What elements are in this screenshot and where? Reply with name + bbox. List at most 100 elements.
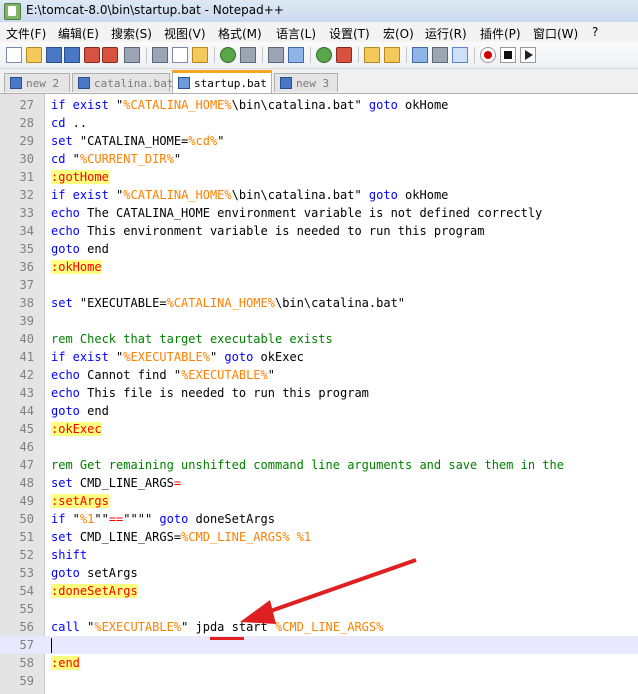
code-line[interactable]: 40 rem Check that target executable exist… [0, 330, 638, 348]
find-icon[interactable] [268, 47, 284, 63]
code-line[interactable]: 52 shift [0, 546, 638, 564]
menu-macro[interactable]: 宏(O) [383, 25, 414, 42]
code-line[interactable]: 50 if "%1""=="""" goto doneSetArgs [0, 510, 638, 528]
code-line[interactable]: 47 rem Get remaining unshifted command li… [0, 456, 638, 474]
close-all-icon[interactable] [102, 47, 118, 63]
code-token: echo [51, 224, 80, 238]
new-file-icon[interactable] [6, 47, 22, 63]
menu-edit[interactable]: 编辑(E) [58, 25, 99, 42]
code-line[interactable]: 32 if exist "%CATALINA_HOME%\bin\catalina… [0, 186, 638, 204]
code-line[interactable]: 34 echo This environment variable is need… [0, 222, 638, 240]
code-text [51, 636, 52, 654]
code-token: echo [51, 206, 80, 220]
code-token: \bin\catalina.bat" [231, 188, 369, 202]
indent-guide-icon[interactable] [452, 47, 468, 63]
code-line[interactable]: 48 set CMD_LINE_ARGS= [0, 474, 638, 492]
menu-run[interactable]: 运行(R) [425, 25, 467, 42]
code-line[interactable]: 41 if exist "%EXECUTABLE%" goto okExec [0, 348, 638, 366]
save-all-icon[interactable] [64, 47, 80, 63]
code-text: set "CATALINA_HOME=%cd%" [51, 132, 224, 150]
line-number: 44 [19, 404, 34, 418]
code-text: shift [51, 546, 87, 564]
stop-macro-icon[interactable] [500, 47, 516, 63]
menu-view[interactable]: 视图(V) [164, 25, 206, 42]
code-line[interactable]: 53 goto setArgs [0, 564, 638, 582]
code-line[interactable]: 56 call "%EXECUTABLE%" jpda start %CMD_LI… [0, 618, 638, 636]
toolbar-separator [262, 47, 263, 63]
menu-file[interactable]: 文件(F) [6, 25, 46, 42]
copy-icon[interactable] [172, 47, 188, 63]
menu-window[interactable]: 窗口(W) [533, 25, 578, 42]
zoom-in-icon[interactable] [316, 47, 332, 63]
play-macro-icon[interactable] [520, 47, 536, 63]
code-token: rem Check that target executable exists [51, 332, 333, 346]
batch-label: :okExec [51, 422, 102, 436]
line-number: 36 [19, 260, 34, 274]
code-token: %CATALINA_HOME% [166, 296, 275, 310]
sync-vertical-icon[interactable] [364, 47, 380, 63]
replace-icon[interactable] [288, 47, 304, 63]
code-line[interactable]: 37 [0, 276, 638, 294]
code-line[interactable]: 58:end [0, 654, 638, 672]
menu-settings[interactable]: 设置(T) [329, 25, 370, 42]
save-icon[interactable] [46, 47, 62, 63]
code-token: %CURRENT_DIR% [79, 152, 174, 166]
line-number: 46 [19, 440, 34, 454]
code-line[interactable]: 44 goto end [0, 402, 638, 420]
code-line[interactable]: 27 if exist "%CATALINA_HOME%\bin\catalina… [0, 96, 638, 114]
close-icon[interactable] [84, 47, 100, 63]
tab-new-3[interactable]: new 3 [274, 73, 338, 92]
menu-help[interactable]: ? [592, 25, 598, 39]
code-token: %CATALINA_HOME% [123, 98, 232, 112]
tab-startup-bat[interactable]: startup.bat [172, 70, 272, 93]
undo-icon[interactable] [220, 47, 236, 63]
code-line[interactable]: 46 [0, 438, 638, 456]
sync-horizontal-icon[interactable] [384, 47, 400, 63]
code-line[interactable]: 28 cd .. [0, 114, 638, 132]
code-text: echo This file is needed to run this pro… [51, 384, 369, 402]
code-line[interactable]: 39 [0, 312, 638, 330]
redo-icon[interactable] [240, 47, 256, 63]
menu-plugins[interactable]: 插件(P) [480, 25, 521, 42]
menu-language[interactable]: 语言(L) [276, 25, 316, 42]
code-line[interactable]: 30 cd "%CURRENT_DIR%" [0, 150, 638, 168]
code-line[interactable]: 29 set "CATALINA_HOME=%cd%" [0, 132, 638, 150]
code-line[interactable]: 55 [0, 600, 638, 618]
cut-icon[interactable] [152, 47, 168, 63]
code-line[interactable]: 49:setArgs [0, 492, 638, 510]
zoom-out-icon[interactable] [336, 47, 352, 63]
code-line[interactable]: 54:doneSetArgs [0, 582, 638, 600]
code-token: %cd% [188, 134, 218, 148]
tab-new-2[interactable]: new 2 [4, 73, 70, 92]
code-token: %CATALINA_HOME% [123, 188, 232, 202]
code-line[interactable]: 36:okHome [0, 258, 638, 276]
show-all-chars-icon[interactable] [432, 47, 448, 63]
line-number: 32 [19, 188, 34, 202]
menu-format[interactable]: 格式(M) [218, 25, 262, 42]
record-macro-icon[interactable] [480, 47, 496, 63]
tab-catalina-bat[interactable]: catalina.bat [72, 73, 173, 92]
code-line[interactable]: 33 echo The CATALINA_HOME environment var… [0, 204, 638, 222]
code-line[interactable]: 59 [0, 672, 638, 690]
code-line[interactable]: 43 echo This file is needed to run this p… [0, 384, 638, 402]
code-line[interactable]: 57 [0, 636, 638, 654]
menu-search[interactable]: 搜索(S) [111, 25, 152, 42]
code-editor[interactable]: 27 if exist "%CATALINA_HOME%\bin\catalina… [0, 94, 638, 694]
tab-label: new 3 [296, 77, 330, 90]
batch-label: :end [51, 656, 80, 670]
code-token: == [108, 512, 124, 526]
line-number: 51 [19, 530, 34, 544]
code-token: The CATALINA_HOME environment variable i… [79, 206, 543, 220]
code-line[interactable]: 35 goto end [0, 240, 638, 258]
code-line[interactable]: 45:okExec [0, 420, 638, 438]
code-line[interactable]: 42 echo Cannot find "%EXECUTABLE%" [0, 366, 638, 384]
word-wrap-icon[interactable] [412, 47, 428, 63]
code-line[interactable]: 51 set CMD_LINE_ARGS=%CMD_LINE_ARGS% %1 [0, 528, 638, 546]
toolbar-separator [358, 47, 359, 63]
print-icon[interactable] [124, 47, 140, 63]
code-line[interactable]: 38 set "EXECUTABLE=%CATALINA_HOME%\bin\ca… [0, 294, 638, 312]
open-folder-icon[interactable] [26, 47, 42, 63]
code-text: if exist "%CATALINA_HOME%\bin\catalina.b… [51, 96, 448, 114]
paste-icon[interactable] [192, 47, 208, 63]
code-line[interactable]: 31:gotHome [0, 168, 638, 186]
